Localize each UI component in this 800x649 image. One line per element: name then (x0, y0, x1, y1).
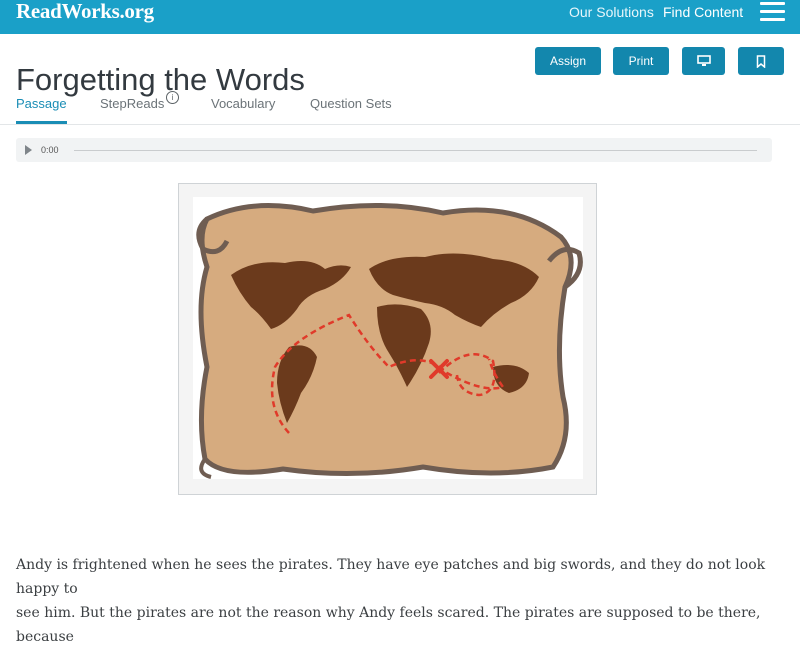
assign-button[interactable]: Assign (535, 47, 601, 75)
audio-progress-track[interactable] (74, 150, 757, 151)
tab-question-sets[interactable]: Question Sets (310, 96, 392, 112)
passage-line: Andy is frightened when he sees the pira… (16, 557, 766, 597)
present-button[interactable] (682, 47, 725, 75)
bookmark-icon (756, 55, 766, 69)
play-icon[interactable] (25, 145, 32, 155)
active-tab-indicator (16, 121, 67, 124)
tab-vocabulary[interactable]: Vocabulary (211, 96, 275, 112)
tab-passage[interactable]: Passage (16, 96, 67, 112)
passage-image (178, 183, 597, 495)
info-icon[interactable]: i (166, 91, 179, 104)
treasure-map-illustration (193, 197, 583, 479)
monitor-icon (696, 55, 711, 66)
menu-icon[interactable] (760, 2, 785, 22)
passage-line: see him. But the pirates are not the rea… (16, 605, 761, 645)
content-tabs: Passage StepReads i Vocabulary Question … (0, 90, 800, 125)
bookmark-button[interactable] (738, 47, 784, 75)
readworks-logo[interactable]: ReadWorks.org (16, 0, 154, 25)
nav-find-content[interactable]: Find Content (663, 4, 743, 20)
tab-stepreads[interactable]: StepReads (100, 96, 164, 112)
passage-text: Andy is frightened when he sees the pira… (16, 553, 776, 649)
audio-player: 0:00 (16, 138, 772, 162)
print-button[interactable]: Print (613, 47, 669, 75)
audio-time: 0:00 (41, 145, 59, 155)
top-navigation-bar: ReadWorks.org Our Solutions Find Content (0, 0, 800, 34)
tab-stepreads-label: StepReads (100, 96, 165, 111)
nav-our-solutions[interactable]: Our Solutions (569, 4, 654, 20)
